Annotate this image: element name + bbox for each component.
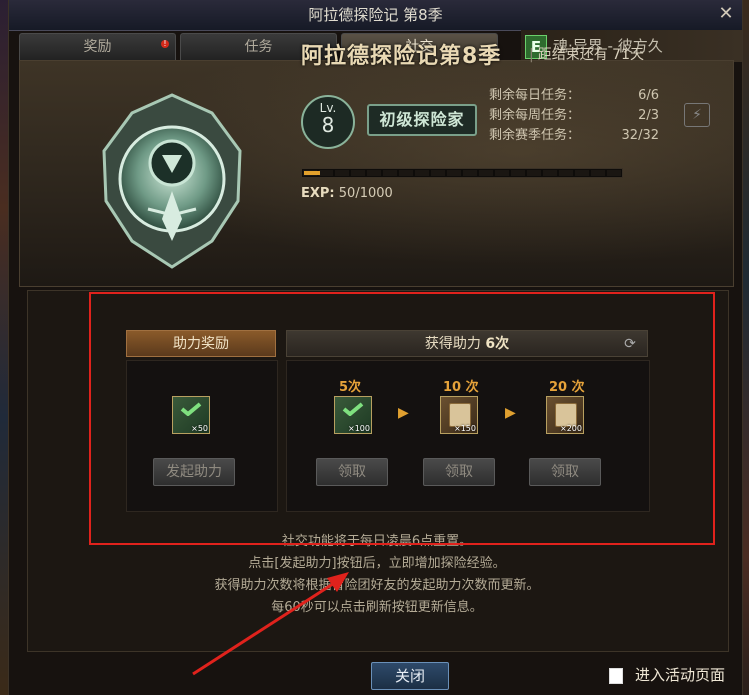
season-title: 阿拉德探险记第8季	[301, 44, 502, 69]
milestone-label: 10 次	[443, 380, 479, 395]
window-title: 阿拉德探险记 第8季	[308, 6, 443, 24]
claim-button-20[interactable]: 领取	[529, 458, 601, 486]
season-task-row: 剩余赛季任务： 32/32	[489, 126, 659, 146]
season-countdown: | 距结束还有 71天	[529, 44, 644, 64]
task-value: 32/32	[621, 128, 659, 143]
titlebar: 阿拉德探险记 第8季 ✕	[9, 0, 742, 31]
check-item-icon[interactable]: ×50	[172, 396, 210, 434]
start-assist-button[interactable]: 发起助力	[153, 458, 235, 486]
refresh-icon[interactable]: ⟳	[621, 335, 639, 353]
lightning-icon[interactable]: ⚡	[684, 103, 710, 127]
check-item-icon[interactable]: ×100	[334, 396, 372, 434]
milestone-label: 20 次	[549, 380, 585, 395]
weekly-task-row: 剩余每周任务： 2/3	[489, 106, 659, 126]
daily-task-row: 剩余每日任务： 6/6	[489, 86, 659, 106]
item-quantity: ×50	[191, 424, 208, 433]
exp-progress-bar	[301, 168, 623, 178]
assist-header-label: 获得助力	[424, 336, 481, 352]
milestone-label: 5次	[339, 380, 362, 395]
exp-progress-fill	[304, 171, 320, 175]
rank-title: 初级探险家	[367, 104, 477, 136]
info-line: 点击[发起助力]按钮后，立即增加探险经验。	[248, 556, 506, 571]
claim-button-10[interactable]: 领取	[423, 458, 495, 486]
item-quantity: ×200	[560, 424, 582, 433]
task-label: 剩余每日任务：	[489, 88, 581, 103]
level-number: 8	[321, 113, 335, 137]
task-label: 剩余赛季任务：	[489, 128, 581, 143]
exp-value: 50/1000	[338, 186, 393, 201]
task-stats: 剩余每日任务： 6/6 剩余每周任务： 2/3 剩余赛季任务： 32/32	[489, 86, 659, 146]
close-button[interactable]: 关闭	[371, 662, 449, 690]
item-quantity: ×100	[348, 424, 370, 433]
assist-reward-box	[126, 360, 278, 512]
exp-label: EXP:	[301, 186, 335, 201]
season-emblem-icon	[102, 93, 242, 269]
tab-rewards[interactable]: 奖励 !	[19, 33, 176, 60]
assist-count: 6次	[485, 336, 510, 352]
claim-button-5[interactable]: 领取	[316, 458, 388, 486]
tab-label: 奖励	[83, 39, 112, 55]
info-line: 每60秒可以点击刷新按钮更新信息。	[271, 600, 483, 615]
task-value: 2/3	[638, 108, 659, 123]
countdown-text: 距结束还有 71天	[537, 47, 644, 63]
exp-readout: EXP: 50/1000	[301, 186, 393, 201]
event-link-label: 进入活动页面	[635, 666, 726, 684]
scroll-item-icon[interactable]: ×200	[546, 396, 584, 434]
item-quantity: ×150	[454, 424, 476, 433]
tab-label: 任务	[244, 39, 273, 55]
notification-badge: !	[161, 40, 169, 48]
event-page-link[interactable]: 进入活动页面	[609, 664, 725, 685]
task-value: 6/6	[638, 88, 659, 103]
chevron-right-icon: ▶	[505, 405, 516, 421]
info-line: 获得助力次数将根据冒险团好友的发起助力次数而更新。	[214, 578, 540, 593]
task-label: 剩余每周任务：	[489, 108, 581, 123]
scroll-item-icon[interactable]: ×150	[440, 396, 478, 434]
countdown-separator: |	[529, 47, 534, 63]
chevron-right-icon: ▶	[398, 405, 409, 421]
assist-reward-header: 助力奖励	[126, 330, 276, 357]
assist-count-header: 获得助力 6次 ⟳	[286, 330, 648, 357]
info-line: 社交功能将于每日凌晨6点重置。	[281, 534, 473, 549]
adventure-window: 阿拉德探险记 第8季 ✕ 奖励 ! 任务 社交 E 魂·异界 - 彼方久 ⚡ 阿…	[8, 0, 743, 695]
document-icon	[609, 667, 623, 684]
close-icon[interactable]: ✕	[716, 4, 736, 24]
level-badge: Lv. 8	[301, 95, 355, 149]
